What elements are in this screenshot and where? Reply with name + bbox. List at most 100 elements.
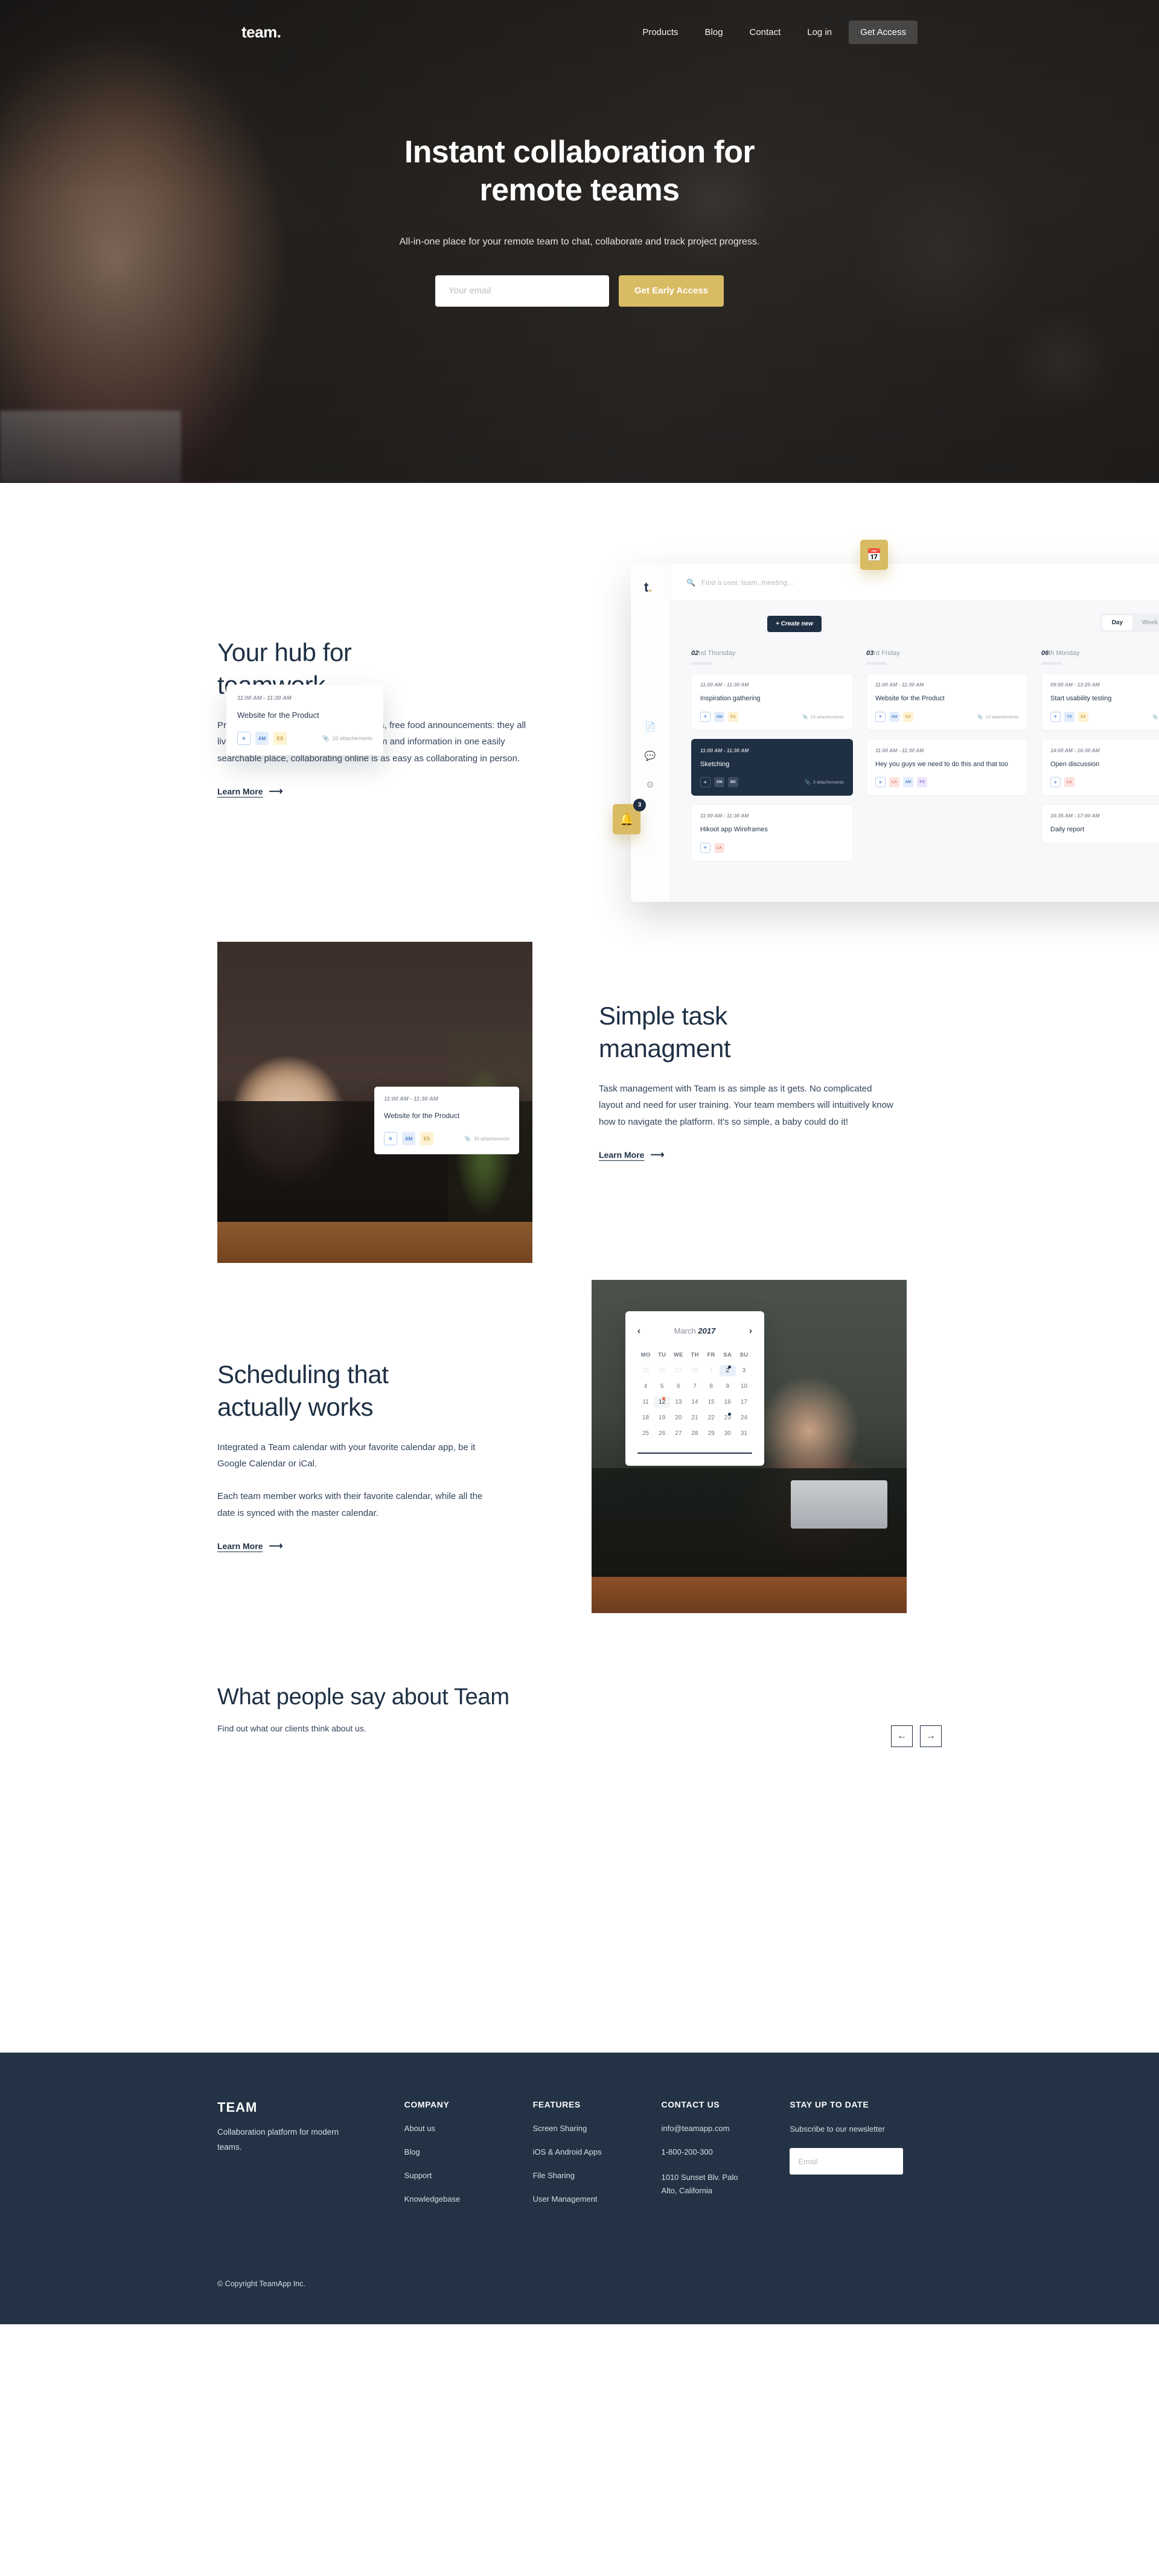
day-cell[interactable]: 29 [703,1428,720,1439]
app-event-card[interactable]: 11:00 AM - 11:30 AM Inspiration gatherin… [691,673,853,730]
day-cell[interactable]: 14 [686,1396,703,1408]
event-footer: ✈ LA [700,842,844,853]
footer-heading: FEATURES [532,2100,581,2109]
calendar-footer-bar [637,1453,752,1454]
app-column-daynum: 06 [1041,650,1049,657]
carousel-next-button[interactable]: → [920,1725,942,1747]
app-search-placeholder: Find a user, team, meeting... [701,578,794,587]
day-cell-today[interactable]: 12 [654,1396,671,1408]
event-attachments: 📎 10 attachements [802,714,844,720]
day-cell[interactable]: 8 [703,1381,720,1392]
footer-link-blog[interactable]: Blog [404,2147,533,2156]
task-popup-card[interactable]: 11:00 AM - 11:30 AM Website for the Prod… [374,1087,519,1154]
chevron-right-icon[interactable]: › [749,1326,752,1336]
page-footer: TEAM Collaboration platform for modern t… [0,2053,1159,2324]
attachment-icon: 📎 [805,779,811,785]
day-cell[interactable]: 17 [736,1396,752,1408]
nav-link-products[interactable]: Products [629,27,691,37]
hub-learn-more-link[interactable]: Learn More ⟶ [217,785,283,797]
get-access-button[interactable]: Get Access [849,21,918,44]
day-cell[interactable]: 19 [654,1412,670,1424]
document-icon[interactable]: 📄 [644,721,656,733]
task-learn-more-link[interactable]: Learn More ⟶ [599,1149,664,1161]
day-cell[interactable]: 27 [670,1428,686,1439]
day-cell[interactable]: 4 [637,1381,654,1392]
day-cell[interactable]: 9 [720,1381,736,1392]
app-event-card[interactable]: 16:35 AM - 17:00 AM Daily report [1041,804,1159,843]
day-cell[interactable]: 16 [720,1396,736,1408]
day-cell[interactable]: 30 [720,1428,736,1439]
get-early-access-button[interactable]: Get Early Access [618,275,724,307]
chevron-left-icon[interactable]: ‹ [637,1326,640,1336]
day-cell[interactable]: 15 [703,1396,720,1408]
day-cell[interactable]: 11 [637,1396,654,1408]
day-cell[interactable]: 21 [686,1412,703,1424]
day-cell[interactable]: 26 [654,1428,670,1439]
floating-calendar-badge[interactable]: 📅 [860,540,888,570]
day-cell[interactable]: 23 [720,1412,736,1424]
footer-contact-phone[interactable]: 1-800-200-300 [661,2147,790,2156]
app-event-card[interactable]: 11:00 AM - 11:30 AM Sketching ✈ AM BK 📎 [691,738,853,796]
footer-contact-email[interactable]: info@teamapp.com [661,2124,790,2133]
carousel-prev-button[interactable]: ← [891,1725,913,1747]
calendar-title: March 2017 [674,1326,716,1335]
app-event-card[interactable]: 11:00 AM - 11:30 AM Hikoot app Wireframe… [691,804,853,861]
footer-link-knowledgebase[interactable]: Knowledgebase [404,2194,533,2204]
day-cell[interactable]: 20 [670,1412,686,1424]
app-event-card[interactable]: 09:50 AM - 13:25 AM Start usability test… [1041,673,1159,730]
day-cell[interactable]: 27 [670,1365,686,1376]
footer-column-contact: CONTACT US info@teamapp.com 1-800-200-30… [661,2100,790,2204]
day-cell[interactable]: 28 [686,1428,703,1439]
day-cell[interactable]: 25 [637,1428,654,1439]
floating-notification-badge[interactable]: 🔔 3 [613,799,646,834]
footer-link-user-management[interactable]: User Management [533,2194,662,2204]
app-tab-day[interactable]: Day [1102,615,1133,630]
app-search[interactable]: 🔍 Find a user, team, meeting... [686,578,793,587]
newsletter-email-input[interactable] [798,2156,905,2166]
chat-icon[interactable]: 💬 [644,750,656,762]
day-cell[interactable]: 7 [686,1381,703,1392]
app-screenshot-mockup: t. 📄 💬 ⚙ 🔍 Find a user, team, meeting...… [226,540,1159,908]
dow-label: FR [707,1352,715,1358]
gear-icon[interactable]: ⚙ [644,779,656,791]
day-cell[interactable]: 31 [736,1428,752,1439]
avatar-chip: LA [1064,777,1074,787]
footer-link-mobile-apps[interactable]: iOS & Android Apps [533,2147,662,2156]
day-cell[interactable]: 24 [736,1412,752,1424]
footer-column-company: COMPANY About us Blog Support Knowledgeb… [404,2100,533,2204]
day-cell[interactable]: 3 [736,1365,752,1376]
brand-logo[interactable]: team. [241,23,281,42]
day-cell[interactable]: 28 [686,1365,703,1376]
app-event-card[interactable]: 11:00 AM - 11:30 AM Website for the Prod… [866,673,1028,730]
scheduling-heading-line2: actually works [217,1392,374,1421]
day-cell[interactable]: 5 [654,1381,670,1392]
footer-link-screen-sharing[interactable]: Screen Sharing [533,2124,662,2133]
footer-link-support[interactable]: Support [404,2171,533,2180]
newsletter-submit-arrow-icon[interactable]: → [904,2156,914,2167]
app-event-card[interactable]: 14:00 AM - 16:30 AM Open discussion ✈ LA [1041,738,1159,796]
popup-attachments: 📎 10 attachements [465,1136,509,1142]
nav-link-login[interactable]: Log in [794,27,845,37]
day-cell[interactable]: 18 [637,1412,654,1424]
app-tab-week[interactable]: Week [1132,615,1159,630]
app-create-new-button[interactable]: + Create new [767,616,822,632]
app-event-card[interactable]: 11:00 AM - 11:30 AM Hey you guys we need… [866,738,1028,796]
footer-link-about-us[interactable]: About us [404,2124,533,2133]
day-cell[interactable]: 13 [670,1396,686,1408]
day-cell[interactable]: 10 [736,1381,752,1392]
day-cell[interactable]: 25 [637,1365,654,1376]
hero-email-input[interactable] [435,275,609,307]
scheduling-learn-more-link[interactable]: Learn More ⟶ [217,1540,283,1552]
footer-link-file-sharing[interactable]: File Sharing [533,2171,662,2180]
nav-link-contact[interactable]: Contact [736,27,794,37]
day-cell[interactable]: 1 [703,1365,720,1376]
day-cell[interactable]: 6 [670,1381,686,1392]
testimonials-section: What people say about Team Find out what… [0,1666,1159,2053]
day-cell[interactable]: 22 [703,1412,720,1424]
nav-link-blog[interactable]: Blog [692,27,736,37]
day-cell-selected[interactable]: 2 [719,1365,736,1376]
footer-logo[interactable]: TEAM [217,2100,404,2115]
attachment-label: 10 attachements [810,714,844,720]
day-cell[interactable]: 26 [654,1365,670,1376]
app-popup-event-card[interactable]: 11:00 AM - 11:30 AM Website for the Prod… [226,685,383,755]
